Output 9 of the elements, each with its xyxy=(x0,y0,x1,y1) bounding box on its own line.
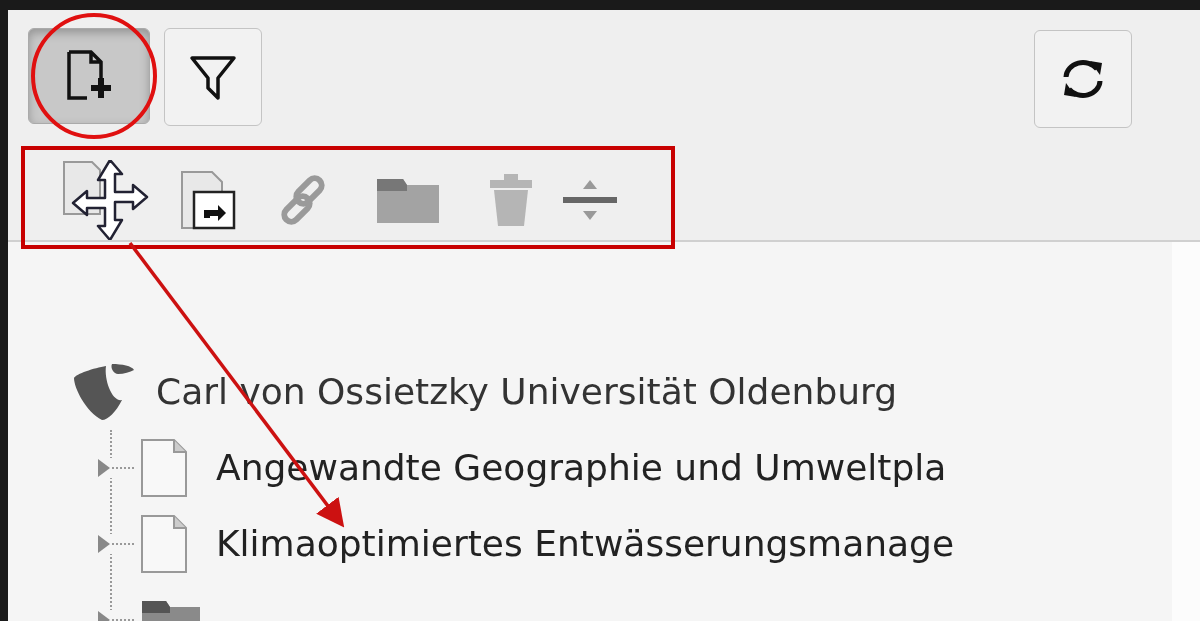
refresh-button[interactable] xyxy=(1034,30,1132,128)
cms-logo-icon xyxy=(72,362,136,422)
trash-icon xyxy=(488,172,534,228)
filter-button[interactable] xyxy=(164,28,262,126)
shortcut-page-icon xyxy=(180,170,236,230)
page-icon xyxy=(140,514,188,574)
new-page-button[interactable] xyxy=(28,28,150,124)
page-icon xyxy=(140,438,188,498)
tree-item-label[interactable]: Klimaoptimiertes Entwässerungsmanage xyxy=(216,517,955,571)
